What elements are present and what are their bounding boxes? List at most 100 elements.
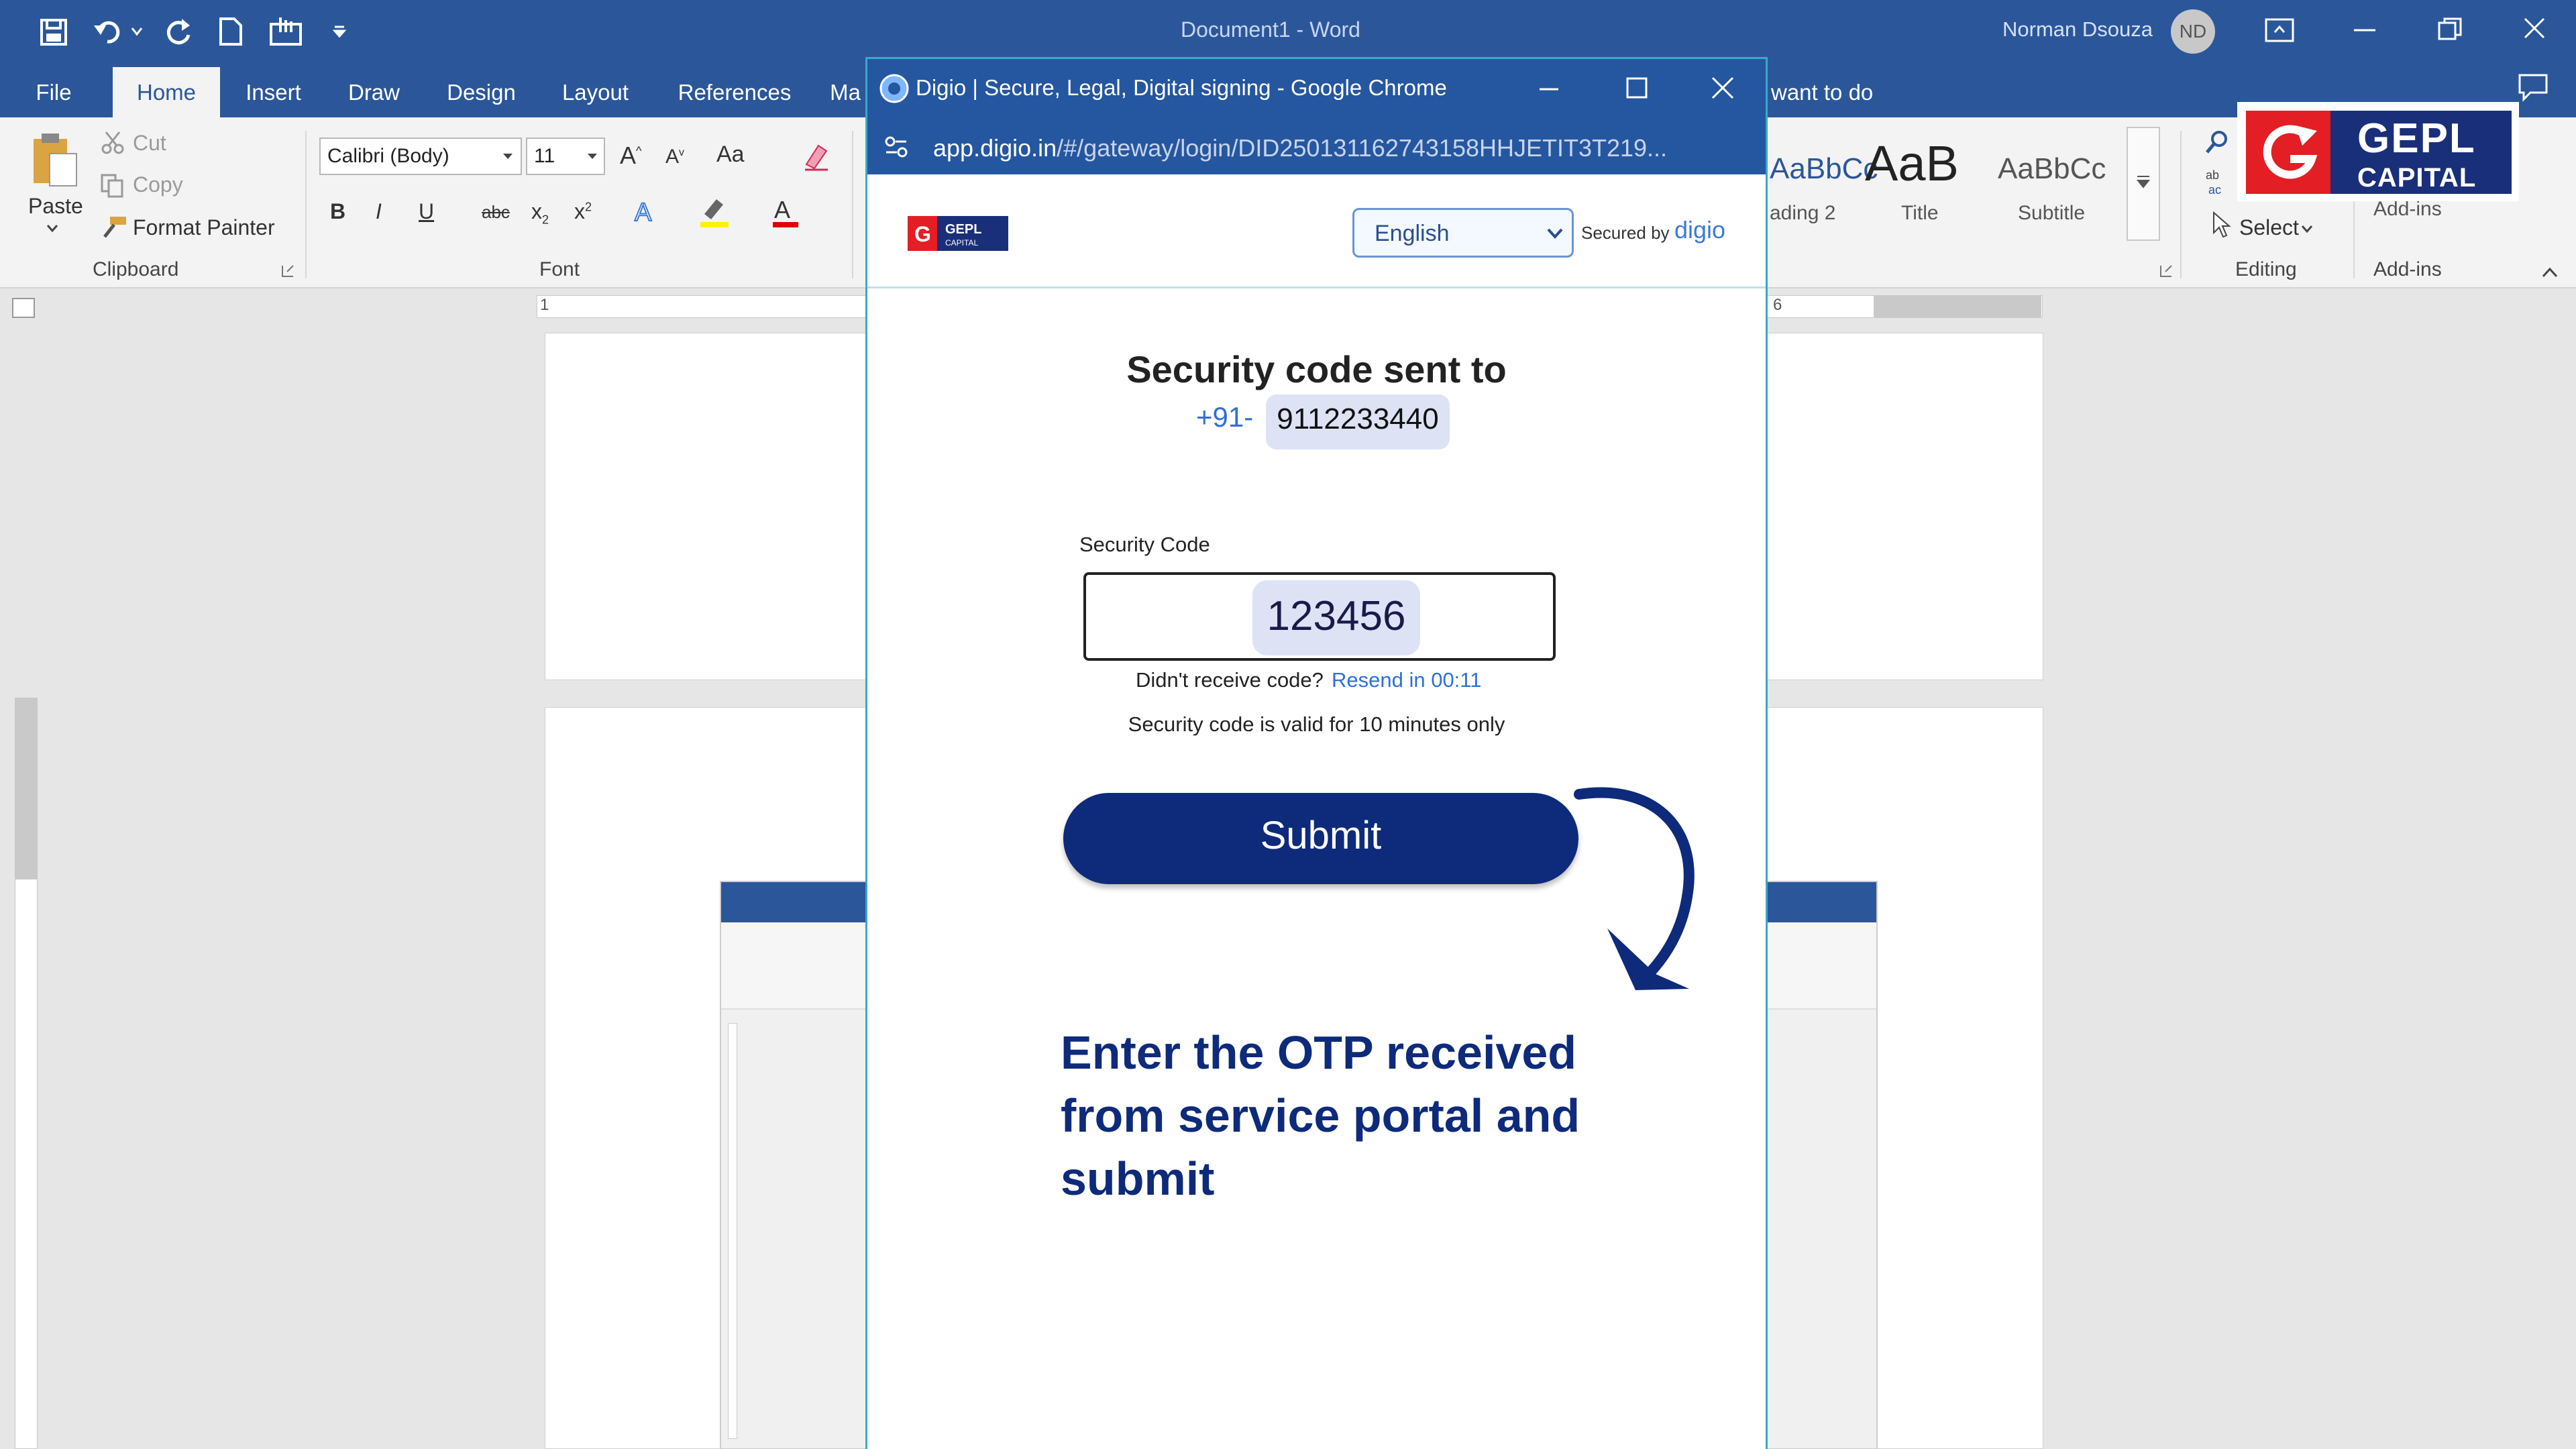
clear-formatting-icon[interactable]	[801, 142, 830, 171]
country-code: +91-	[1196, 401, 1254, 433]
superscript-label: x	[574, 199, 585, 223]
bold-button[interactable]: B	[330, 199, 345, 224]
site-info-icon[interactable]	[882, 133, 910, 161]
copy-icon[interactable]	[99, 172, 125, 198]
paste-icon[interactable]	[30, 131, 80, 189]
cut-icon[interactable]	[101, 131, 125, 155]
addins-button[interactable]: Add-ins	[2373, 198, 2442, 221]
svg-text:GEPL: GEPL	[945, 222, 981, 237]
select-cursor-icon[interactable]	[2211, 211, 2231, 238]
chevron-down-icon	[1547, 228, 1563, 239]
font-size-dropdown-icon[interactable]	[586, 152, 598, 160]
font-name-value: Calibri (Body)	[327, 145, 449, 167]
undo-dropdown-icon[interactable]	[131, 27, 143, 36]
tab-draw[interactable]: Draw	[335, 67, 413, 117]
subscript-button[interactable]: x2	[531, 199, 549, 227]
minimize-icon[interactable]	[2351, 27, 2378, 34]
logo-line2: CAPITAL	[2357, 163, 2477, 193]
phone-number: 9112233440	[1277, 402, 1439, 435]
paste-button[interactable]: Paste	[28, 194, 83, 219]
highlight-color-icon[interactable]	[698, 195, 731, 229]
tab-insert[interactable]: Insert	[231, 67, 315, 117]
language-select[interactable]: English	[1352, 208, 1574, 258]
close-icon[interactable]	[1710, 75, 1735, 101]
not-received-text: Didn't receive code?	[1136, 668, 1324, 692]
logo-line1: GEPL	[2357, 115, 2476, 162]
copy-button[interactable]: Copy	[133, 172, 183, 197]
chrome-popup-window: Digio | Secure, Legal, Digital signing -…	[865, 57, 1768, 1449]
instruction-line: Enter the OTP received	[1061, 1026, 1577, 1079]
shrink-font-button[interactable]: Av	[665, 146, 684, 168]
security-code-value: 123456	[1267, 593, 1406, 639]
title-style-label: Title	[1901, 202, 1939, 224]
new-document-icon[interactable]	[218, 16, 244, 47]
font-name-combo[interactable]: Calibri (Body)	[319, 138, 522, 175]
text-effects-icon[interactable]: A	[631, 197, 660, 226]
submit-label: Submit	[1260, 814, 1382, 857]
submit-button[interactable]: Submit	[1063, 793, 1578, 884]
tab-mailings[interactable]: Ma	[825, 67, 865, 117]
superscript-button[interactable]: x2	[574, 199, 592, 224]
title-style-preview[interactable]: AaB	[1865, 135, 1959, 192]
document-title: Document1 - Word	[1181, 17, 1360, 42]
tell-me-search[interactable]: want to do	[1771, 67, 1892, 117]
comments-icon[interactable]	[2517, 72, 2549, 102]
user-name[interactable]: Norman Dsouza	[2002, 17, 2153, 42]
grow-font-button[interactable]: A^	[620, 142, 641, 170]
url-path: /#/gateway/login/DID250131162743158HHJET…	[1057, 134, 1668, 162]
tab-design[interactable]: Design	[433, 67, 530, 117]
collapse-ribbon-icon[interactable]	[2541, 266, 2559, 278]
heading2-style-preview[interactable]: AaBbCc	[1770, 152, 1878, 186]
redo-icon[interactable]	[163, 16, 194, 47]
security-code-label: Security Code	[1079, 533, 1210, 556]
save-icon[interactable]	[39, 17, 68, 47]
paste-dropdown-icon[interactable]	[46, 223, 59, 233]
find-icon[interactable]	[2204, 129, 2230, 155]
secured-by-label: Secured by	[1581, 223, 1670, 243]
tab-home[interactable]: Home	[113, 67, 220, 117]
minimize-icon[interactable]	[1538, 86, 1560, 93]
tab-selector[interactable]	[12, 298, 35, 318]
underline-button[interactable]: U	[419, 199, 434, 224]
customize-toolbar-icon[interactable]	[333, 24, 346, 39]
cut-button[interactable]: Cut	[133, 131, 166, 156]
curved-arrow-icon	[1574, 787, 1695, 990]
touch-mode-icon[interactable]	[268, 15, 305, 47]
format-painter-icon[interactable]	[101, 215, 127, 239]
ribbon-display-icon[interactable]	[2264, 17, 2295, 43]
maximize-icon[interactable]	[1625, 76, 1648, 99]
digio-favicon-icon	[879, 74, 909, 103]
heading2-style-label: ading 2	[1770, 202, 1836, 224]
strikethrough-button[interactable]: abc	[482, 202, 510, 223]
resend-link[interactable]: Resend in 00:11	[1332, 668, 1481, 692]
styles-more-icon[interactable]	[2135, 174, 2152, 190]
clipboard-launcher-icon[interactable]	[280, 264, 295, 278]
security-code-input[interactable]: 123456	[1083, 572, 1556, 661]
chrome-address-bar[interactable]: app.digio.in/#/gateway/login/DID25013116…	[867, 121, 1766, 174]
tab-references[interactable]: References	[667, 67, 802, 117]
undo-icon[interactable]	[93, 17, 125, 47]
ruler-margin	[15, 698, 37, 879]
tab-layout[interactable]: Layout	[547, 67, 644, 117]
italic-button[interactable]: I	[376, 199, 382, 224]
select-button[interactable]: Select	[2239, 215, 2299, 240]
close-icon[interactable]	[2521, 15, 2548, 42]
tab-file[interactable]: File	[13, 67, 94, 117]
chrome-title-bar: Digio | Secure, Legal, Digital signing -…	[867, 59, 1766, 121]
font-name-dropdown-icon[interactable]	[502, 152, 514, 160]
logo-mark	[2246, 111, 2330, 194]
format-painter-button[interactable]: Format Painter	[133, 215, 275, 240]
vertical-ruler[interactable]	[15, 698, 38, 1449]
subtitle-style-preview[interactable]: AaBbCc	[1998, 152, 2106, 186]
font-color-icon[interactable]: A	[770, 195, 801, 229]
language-value: English	[1375, 221, 1450, 246]
styles-launcher-icon[interactable]	[2159, 264, 2174, 278]
replace-icon[interactable]: abac	[2204, 167, 2231, 198]
change-case-button[interactable]: Aa	[716, 142, 745, 168]
select-dropdown-icon[interactable]	[2301, 225, 2313, 233]
avatar[interactable]: ND	[2171, 9, 2215, 54]
clipboard-group-label: Clipboard	[93, 258, 179, 280]
instruction-line: from service portal and	[1061, 1089, 1580, 1142]
restore-icon[interactable]	[2436, 16, 2463, 43]
url[interactable]: app.digio.in/#/gateway/login/DID25013116…	[933, 134, 1667, 162]
